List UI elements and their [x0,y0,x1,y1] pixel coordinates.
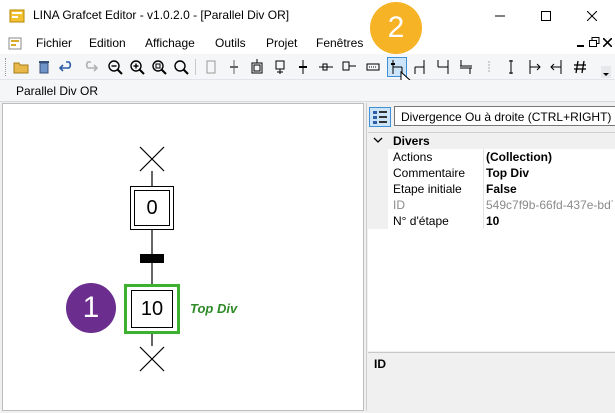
property-value[interactable]: False [486,182,613,196]
row-divider [483,197,484,213]
row-divider [483,149,484,165]
row-gutter [368,213,388,229]
categorized-view-button[interactable] [369,107,391,127]
step-10-comment: Top Div [190,301,238,316]
row-gutter [368,149,388,165]
step-annotation-badge: 1 [66,283,116,333]
property-name[interactable]: Etape initiale [393,182,462,196]
row-gutter [368,197,388,213]
property-name[interactable]: ID [393,198,405,212]
row-gutter [368,181,388,197]
chevron-down-icon[interactable] [373,137,383,145]
property-description-pane [368,352,615,411]
row-divider [483,165,484,181]
property-name[interactable]: Commentaire [393,166,465,180]
property-value[interactable]: 549c7f9b-66fd-437e-bd7e- [486,198,613,212]
row-divider [483,213,484,229]
property-name[interactable]: Actions [393,150,432,164]
property-value[interactable]: 10 [486,214,613,228]
row-gutter [368,165,388,181]
description-title: ID [374,357,386,371]
categorized-icon [373,111,387,124]
row-divider [483,181,484,197]
property-grid [368,132,615,351]
toolbar-annotation-badge: 2 [370,2,422,54]
property-value[interactable]: Top Div [486,166,613,180]
step-10-label: 10 [131,290,173,328]
toolbar-tooltip: Divergence Ou à droite (CTRL+RIGHT) [394,106,615,126]
step-0-label: 0 [134,190,170,226]
category-label: Divers [393,134,430,148]
transition-bar [140,254,164,263]
application-window: LINA Grafcet Editor - v1.0.2.0 - [Parall… [0,0,615,413]
property-name[interactable]: N° d'étape [393,214,449,228]
property-value[interactable]: (Collection) [486,150,613,164]
